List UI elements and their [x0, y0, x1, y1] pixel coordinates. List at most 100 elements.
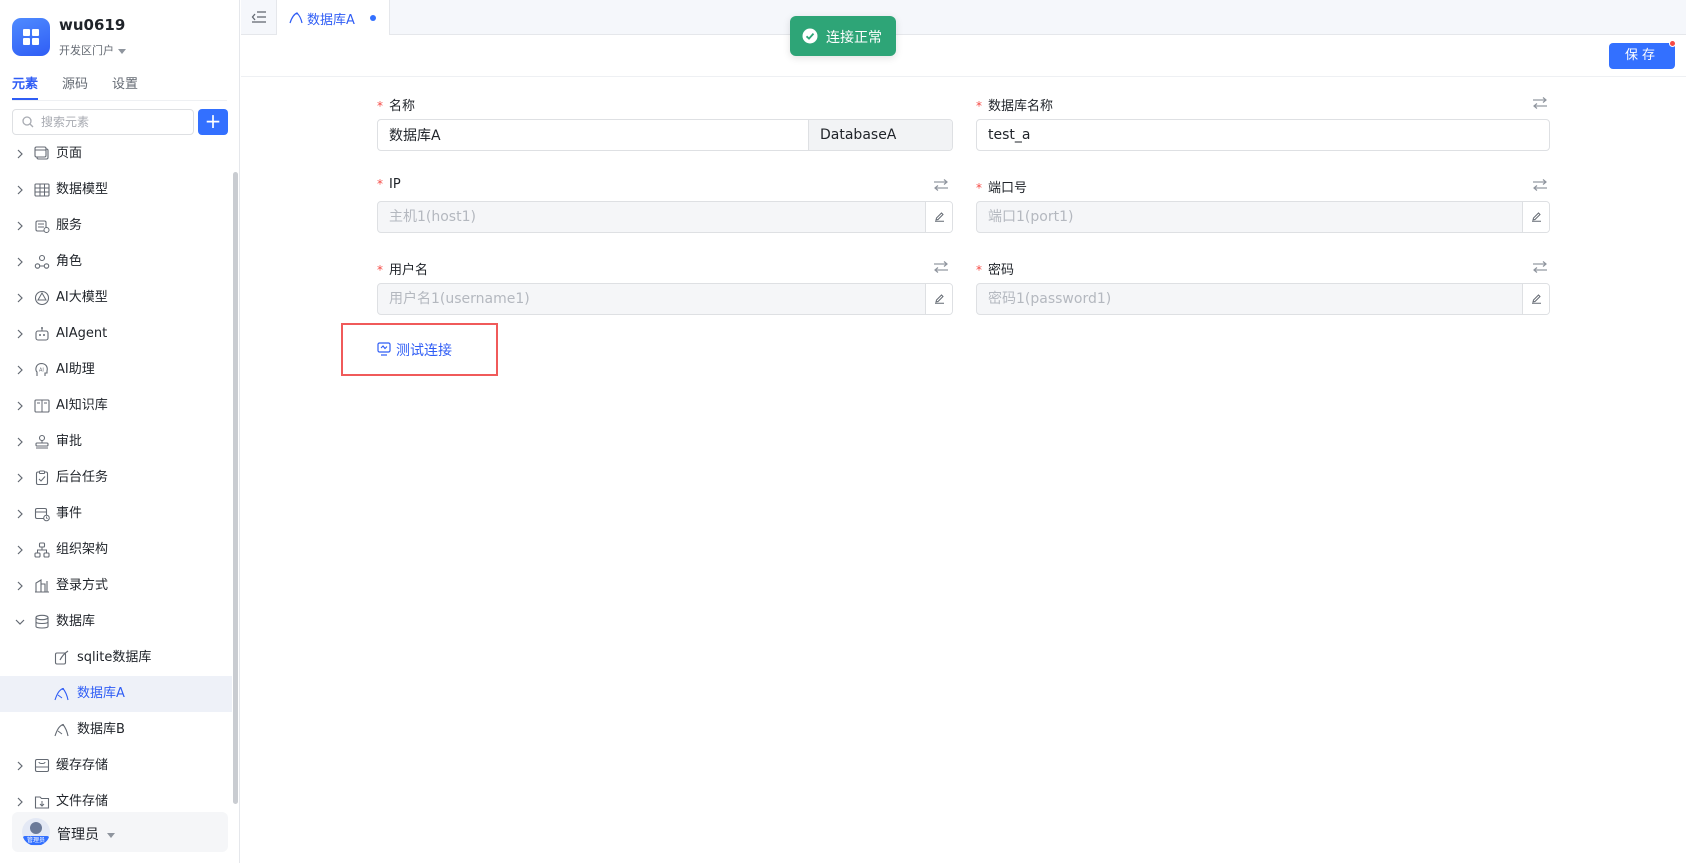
sidebar-item-label: 后台任务 [56, 470, 109, 485]
chevron-right-icon[interactable] [14, 760, 26, 772]
sidebar-item-label: 登录方式 [56, 578, 109, 593]
swap-icon[interactable] [933, 261, 949, 273]
ip-input[interactable] [378, 202, 918, 232]
sidebar-item-org[interactable]: 组织架构 [0, 532, 232, 568]
sidebar-item-book[interactable]: AI知识库 [0, 388, 232, 424]
sidebar-item-login[interactable]: 登录方式 [0, 568, 232, 604]
chevron-right-icon[interactable] [14, 328, 26, 340]
chevron-right-icon[interactable] [14, 364, 26, 376]
tab-settings[interactable]: 设置 [112, 76, 138, 100]
app-name: wu0619 [59, 16, 126, 34]
user-name: 管理员 [57, 824, 115, 844]
chevron-right-icon[interactable] [14, 472, 26, 484]
sidebar-item-ai-assistant[interactable]: AI AI助理 [0, 352, 232, 388]
sidebar-item-label: 文件存储 [56, 794, 109, 809]
name-label: * 名称 [377, 99, 416, 114]
chevron-right-icon[interactable] [14, 184, 26, 196]
sidebar-item-event[interactable]: 事件 [0, 496, 232, 532]
password-edit-button[interactable] [1522, 284, 1549, 314]
sidebar-item-label: 事件 [56, 506, 83, 521]
swap-icon[interactable] [933, 179, 949, 191]
chevron-right-icon[interactable] [14, 796, 26, 808]
mysql-icon [54, 723, 69, 737]
sidebar-item-ai-model[interactable]: AI大模型 [0, 280, 232, 316]
page-icon [34, 146, 49, 160]
add-element-button[interactable]: + [198, 109, 228, 135]
chevron-right-icon[interactable] [14, 580, 26, 592]
swap-icon[interactable] [1532, 261, 1548, 273]
sidebar-item-task[interactable]: 后台任务 [0, 460, 232, 496]
tab-elements[interactable]: 元素 [12, 76, 39, 100]
sidebar-item-page[interactable]: 页面 [0, 136, 232, 172]
chevron-right-icon[interactable] [14, 508, 26, 520]
sidebar-item-robot[interactable]: AIAgent [0, 316, 232, 352]
caret-down-icon [118, 48, 126, 54]
pencil-icon [1532, 212, 1541, 222]
port-field [976, 201, 1550, 233]
sidebar-item-mysql-16[interactable]: 数据库B [0, 712, 232, 748]
sidebar-item-stamp[interactable]: 审批 [0, 424, 232, 460]
ip-label: * IP [377, 177, 401, 192]
ip-edit-button[interactable] [925, 202, 952, 232]
sidebar-item-role[interactable]: 角色 [0, 244, 232, 280]
toast-message: 连接正常 [826, 30, 882, 46]
username-input[interactable] [378, 284, 918, 314]
db-name-label: * 数据库名称 [976, 99, 1054, 114]
chevron-down-icon[interactable] [14, 616, 26, 628]
sidebar-item-cache[interactable]: 缓存存储 [0, 748, 232, 784]
port-input[interactable] [977, 202, 1517, 232]
search-icon [22, 116, 34, 128]
sidebar-item-table[interactable]: 数据模型 [0, 172, 232, 208]
name-alias-input[interactable] [809, 120, 949, 150]
swap-icon[interactable] [1532, 179, 1548, 191]
task-icon [35, 470, 49, 486]
sidebar-item-mysql-15[interactable]: 数据库A [0, 676, 232, 712]
avatar-tag: 管理员 [23, 836, 49, 845]
db-name-field [976, 119, 1550, 151]
chevron-right-icon[interactable] [14, 436, 26, 448]
test-connection-label: 测试连接 [396, 343, 452, 359]
sidebar-item-service[interactable]: 服务 [0, 208, 232, 244]
db-name-input[interactable] [977, 120, 1547, 150]
save-button[interactable]: 保存 [1609, 43, 1675, 69]
tab-source[interactable]: 源码 [62, 76, 88, 100]
collapse-sidebar-icon[interactable] [251, 9, 267, 25]
port-edit-button[interactable] [1522, 202, 1549, 232]
sidebar-item-sqlite-14[interactable]: sqlite数据库 [0, 640, 232, 676]
login-icon [35, 579, 49, 593]
swap-icon[interactable] [1532, 97, 1548, 109]
user-menu[interactable]: 管理员 管理员 [12, 812, 228, 852]
username-edit-button[interactable] [925, 284, 952, 314]
role-icon [34, 254, 50, 269]
sidebar-item-label: 角色 [56, 254, 83, 269]
ai-assistant-icon: AI [35, 362, 48, 376]
event-icon [34, 507, 50, 522]
name-field-group [377, 119, 953, 151]
chevron-right-icon[interactable] [14, 220, 26, 232]
sidebar-item-label: sqlite数据库 [77, 650, 152, 665]
search-input[interactable] [13, 110, 193, 134]
sidebar: wu0619 开发区门户 元素 源码 设置 + 页面数据模型服务角色 AI大模型 A… [0, 0, 240, 863]
sidebar-item-label: AIAgent [56, 326, 108, 341]
chevron-right-icon[interactable] [14, 544, 26, 556]
sidebar-item-file-storage[interactable]: 文件存储 [0, 784, 232, 814]
sqlite-icon [54, 650, 69, 665]
sidebar-scrollbar[interactable] [233, 172, 238, 804]
ai-model-icon [34, 290, 50, 306]
password-field [976, 283, 1550, 315]
avatar: 管理员 [22, 818, 50, 846]
chevron-right-icon[interactable] [14, 292, 26, 304]
portal-selector[interactable]: 开发区门户 [59, 42, 126, 58]
chevron-right-icon[interactable] [14, 148, 26, 160]
chevron-right-icon[interactable] [14, 400, 26, 412]
success-toast: 连接正常 [790, 16, 896, 56]
password-input[interactable] [977, 284, 1517, 314]
sidebar-item-label: 数据库B [77, 722, 125, 737]
caret-down-icon [107, 832, 115, 838]
name-input[interactable] [378, 120, 808, 150]
sidebar-item-database[interactable]: 数据库 [0, 604, 232, 640]
unsaved-indicator [370, 15, 376, 21]
password-label: * 密码 [976, 263, 1015, 278]
chevron-right-icon[interactable] [14, 256, 26, 268]
tab-database-a[interactable]: 数据库A [276, 0, 390, 35]
